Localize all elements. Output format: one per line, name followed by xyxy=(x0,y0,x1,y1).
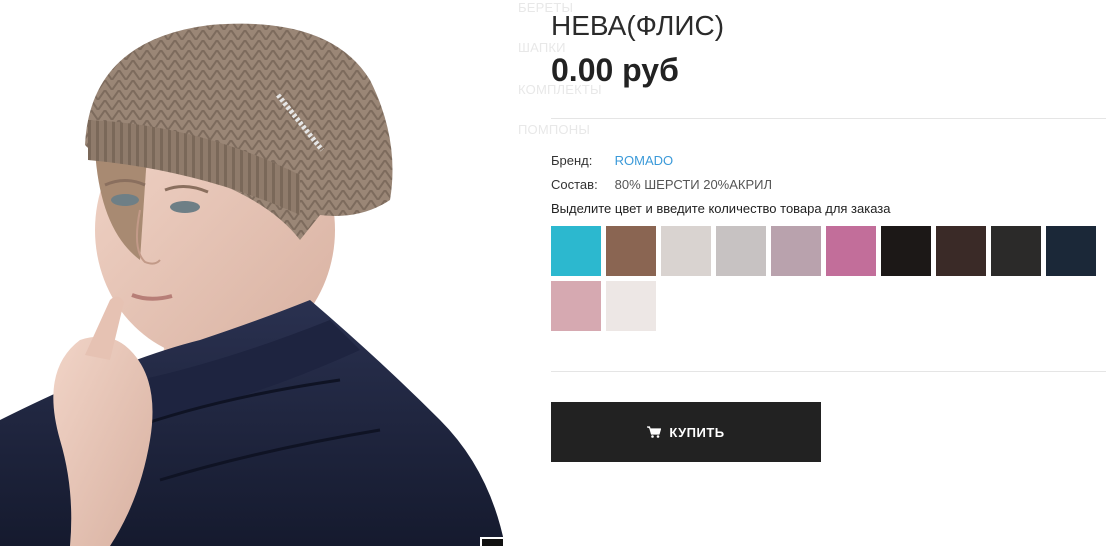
photo-corner-control[interactable] xyxy=(480,537,505,546)
color-swatch[interactable] xyxy=(551,281,601,331)
color-swatch[interactable] xyxy=(716,226,766,276)
color-swatch[interactable] xyxy=(826,226,876,276)
divider xyxy=(551,118,1106,119)
color-swatch[interactable] xyxy=(551,226,601,276)
brand-label: Бренд: xyxy=(551,153,593,168)
color-swatch[interactable] xyxy=(936,226,986,276)
buy-button[interactable]: КУПИТЬ xyxy=(551,402,821,462)
color-swatch[interactable] xyxy=(1046,226,1096,276)
color-swatch[interactable] xyxy=(991,226,1041,276)
color-swatch[interactable] xyxy=(661,226,711,276)
brand-link[interactable]: ROMADO xyxy=(615,153,674,168)
product-photo xyxy=(0,0,505,546)
product-price: 0.00 руб xyxy=(551,52,679,88)
model-wearing-hat-image xyxy=(0,0,505,546)
product-details: НЕВА(ФЛИС) 0.00 руб Бренд: ROMADO Состав… xyxy=(551,0,1106,546)
brand-row: Бренд: ROMADO xyxy=(551,153,673,168)
buy-button-label: КУПИТЬ xyxy=(669,424,725,440)
color-swatch[interactable] xyxy=(881,226,931,276)
composition-row: Состав: 80% ШЕРСТИ 20%АКРИЛ xyxy=(551,177,772,192)
divider xyxy=(551,371,1106,372)
composition-value: 80% ШЕРСТИ 20%АКРИЛ xyxy=(614,177,773,192)
color-swatch[interactable] xyxy=(606,281,656,331)
product-title: НЕВА(ФЛИС) xyxy=(551,10,725,41)
color-selection-hint: Выделите цвет и введите количество товар… xyxy=(551,201,891,216)
cart-icon xyxy=(647,426,662,438)
color-swatch[interactable] xyxy=(606,226,656,276)
color-swatch[interactable] xyxy=(771,226,821,276)
composition-label: Состав: xyxy=(551,177,598,192)
